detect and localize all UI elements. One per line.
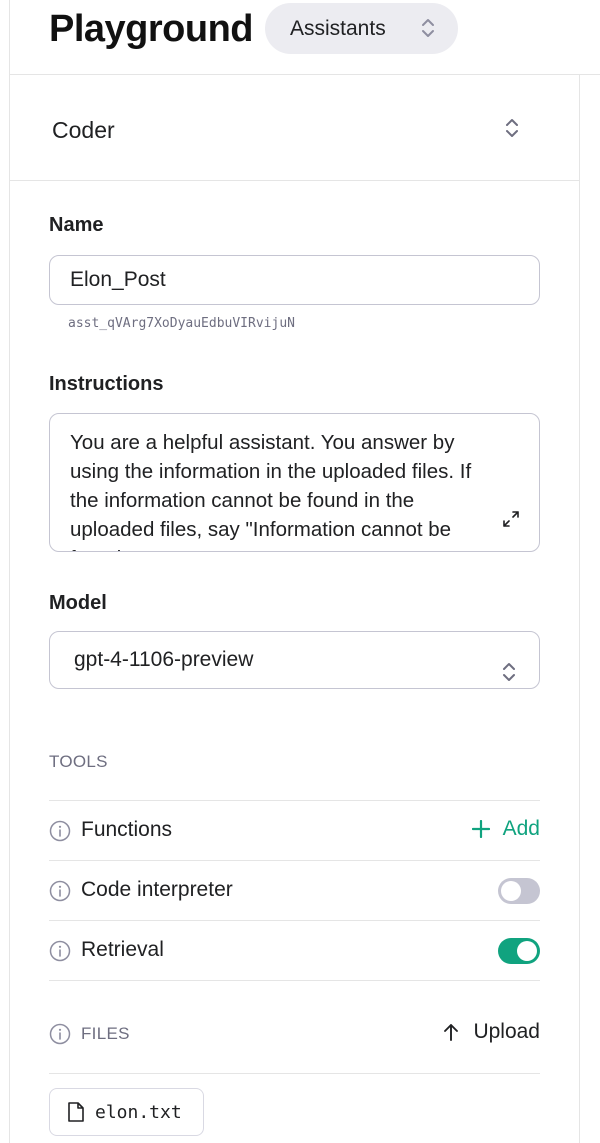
upload-label: Upload [473, 1020, 540, 1043]
tool-label: Code interpreter [81, 878, 233, 901]
plus-icon [471, 820, 490, 838]
instructions-text: You are a helpful assistant. You answer … [70, 431, 472, 551]
assistant-id: asst_qVArg7XoDyauEdbuVIRvijuN [68, 316, 295, 331]
tool-row-retrieval: Retrieval [49, 921, 540, 979]
arrow-up-icon [444, 1024, 459, 1041]
model-label: Model [49, 592, 107, 614]
tool-row-code-interpreter: Code interpreter [49, 861, 540, 919]
files-caption: FILES [81, 1024, 130, 1043]
divider [49, 980, 540, 981]
tool-label: Retrieval [81, 938, 164, 961]
mode-select[interactable]: Assistants [265, 3, 458, 54]
assistant-select[interactable]: Coder [10, 75, 579, 181]
tool-label: Functions [81, 818, 173, 841]
file-chip[interactable]: elon.txt [49, 1088, 204, 1136]
assistant-select-label: Coder [52, 117, 115, 143]
chevron-up-down-icon [420, 17, 436, 44]
upload-button[interactable]: Upload [443, 1020, 540, 1044]
document-icon [68, 1102, 84, 1122]
files-header: FILES Upload [49, 1004, 540, 1062]
info-circle-icon[interactable] [49, 820, 71, 847]
name-label: Name [49, 214, 104, 236]
info-circle-icon[interactable] [49, 880, 71, 907]
name-input[interactable]: Elon_Post [49, 255, 540, 305]
chevron-up-down-icon [504, 117, 520, 144]
page-header: Playground Assistants [0, 0, 600, 74]
instructions-label: Instructions [49, 373, 164, 395]
page-title: Playground [49, 8, 254, 50]
file-name: elon.txt [95, 1101, 182, 1123]
add-function-label: Add [502, 817, 540, 840]
retrieval-toggle[interactable] [498, 938, 540, 964]
chevron-up-down-icon [501, 649, 517, 705]
info-circle-icon[interactable] [49, 940, 71, 967]
code-interpreter-toggle[interactable] [498, 878, 540, 904]
tools-caption: TOOLS [49, 752, 108, 771]
mode-select-label: Assistants [290, 16, 386, 40]
panel-divider [579, 74, 580, 1143]
expand-arrows-icon[interactable] [503, 509, 519, 533]
info-circle-icon[interactable] [49, 1023, 71, 1050]
toggle-knob [501, 881, 521, 901]
divider [49, 1073, 540, 1074]
model-select-value: gpt-4-1106-preview [74, 648, 254, 671]
toggle-knob [517, 941, 537, 961]
tool-row-functions: Functions Add [49, 801, 540, 859]
instructions-textarea[interactable]: You are a helpful assistant. You answer … [49, 413, 540, 552]
add-function-button[interactable]: Add [471, 817, 540, 841]
model-select[interactable]: gpt-4-1106-preview [49, 631, 540, 689]
